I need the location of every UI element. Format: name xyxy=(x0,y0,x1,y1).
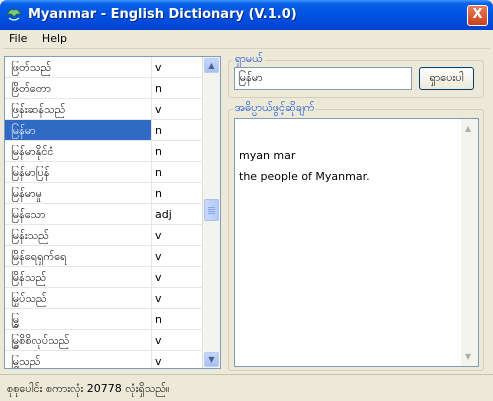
list-item[interactable]: မြွှစိစိလုပ်သည် v xyxy=(5,330,202,351)
menu-bar: File Help xyxy=(3,30,490,49)
list-item-pos: adj xyxy=(151,204,172,224)
definition-legend: အဓိပ္ပာယ်ဖွင့်ဆိုချက် xyxy=(235,101,315,114)
list-item[interactable]: မြန်သော adj xyxy=(5,204,202,225)
window-title: Myanmar - English Dictionary (V.1.0) xyxy=(28,7,297,22)
list-item-word: မြန်မာနိုင်ငံ xyxy=(11,145,54,158)
definition-scrollbar[interactable]: ▲ ▼ xyxy=(461,119,478,366)
list-item[interactable]: မြန်မာနိုင်ငံ n xyxy=(5,141,202,162)
definition-text: myan mar the people of Myanmar. xyxy=(239,149,454,191)
scroll-up-button[interactable]: ▲ xyxy=(204,58,219,73)
list-item-pos: v xyxy=(151,267,162,287)
menu-help[interactable]: Help xyxy=(36,30,72,45)
list-item-pos: n xyxy=(151,309,162,329)
list-item[interactable]: မြိန်သည် v xyxy=(5,267,202,288)
list-item[interactable]: မြိန်ရေရှက်ရေ v xyxy=(5,246,202,267)
list-item-pos: v xyxy=(151,57,162,77)
list-item-pos: v xyxy=(151,99,162,119)
scroll-thumb[interactable] xyxy=(204,199,219,221)
list-item-word: ဖြိတ်တော xyxy=(11,82,52,95)
close-icon: X xyxy=(472,7,483,22)
list-item[interactable]: ဖြိတ်တော n xyxy=(5,78,202,99)
list-item-pos: v xyxy=(151,351,162,368)
grip-line xyxy=(208,207,215,208)
definition-line: myan mar xyxy=(239,149,296,162)
menu-file[interactable]: File xyxy=(3,30,32,45)
list-item[interactable]: မြန်မာပြန် n xyxy=(5,162,202,183)
status-text: စုစုပေါင်း စကားလုံး 20778 လုံးရှိသည်။ xyxy=(7,382,170,395)
list-item[interactable]: မြန်းသည် v xyxy=(5,225,202,246)
word-list[interactable]: ဖြတ်သည် v ဖြိတ်တော n ဖြန်းဆန်သည် v မြန်မ… xyxy=(4,56,221,369)
list-item-pos: v xyxy=(151,330,162,350)
list-item-word: မြန်သော xyxy=(11,208,46,221)
list-item-word: မြွှ xyxy=(11,313,20,326)
list-item-pos: n xyxy=(151,120,162,140)
list-item[interactable]: ဖြတ်သည် v xyxy=(5,57,202,78)
app-logo-icon xyxy=(6,9,22,21)
list-item-word: မြန်းသည် xyxy=(11,229,49,242)
list-item[interactable]: ဖြန်းဆန်သည် v xyxy=(5,99,202,120)
search-legend: ရှာမယ် xyxy=(235,52,263,65)
list-item-pos: n xyxy=(151,162,162,182)
status-bar: စုစုပေါင်း စကားလုံး 20778 လုံးရှိသည်။ xyxy=(0,374,493,401)
list-item[interactable]: မြွှ n xyxy=(5,309,202,330)
chevron-up-icon[interactable]: ▲ xyxy=(465,124,471,133)
title-bar[interactable]: Myanmar - English Dictionary (V.1.0) X xyxy=(0,0,493,30)
grip-line xyxy=(208,213,215,214)
chevron-down-icon: ▼ xyxy=(208,355,215,364)
list-item-word: မြန်မာမှု xyxy=(11,187,42,200)
list-item-pos: n xyxy=(151,141,162,161)
search-input[interactable]: မြန်မာ xyxy=(234,67,412,90)
list-item[interactable]: မြွှသည် v xyxy=(5,351,202,368)
grip-line xyxy=(208,211,215,212)
list-item-pos: v xyxy=(151,246,162,266)
list-item-pos: v xyxy=(151,225,162,245)
close-button[interactable]: X xyxy=(467,5,488,26)
list-item-word: မြန်မာပြန် xyxy=(11,166,50,179)
list-item[interactable]: မြှပ်သည် v xyxy=(5,288,202,309)
list-item-word: ဖြန်းဆန်သည် xyxy=(11,103,66,116)
grip-line xyxy=(208,209,215,210)
list-item-selected[interactable]: မြန်မာ n xyxy=(5,120,202,141)
scroll-down-button[interactable]: ▼ xyxy=(204,352,219,367)
list-item[interactable]: မြန်မာမှု n xyxy=(5,183,202,204)
list-item-pos: n xyxy=(151,78,162,98)
search-button[interactable]: ရှာပေးပါ xyxy=(419,67,474,90)
list-item-pos: n xyxy=(151,183,162,203)
list-item-word: မြိန်သည် xyxy=(11,271,47,284)
chevron-up-icon: ▲ xyxy=(208,61,215,70)
list-item-word: မြွှသည် xyxy=(11,355,41,368)
chevron-down-icon[interactable]: ▼ xyxy=(465,352,471,361)
definition-line: the people of Myanmar. xyxy=(239,170,370,183)
list-item-word: မြှပ်သည် xyxy=(11,292,47,305)
list-item-pos: v xyxy=(151,288,162,308)
list-item-word: မြိန်ရေရှက်ရေ xyxy=(11,250,67,263)
definition-textbox[interactable]: myan mar the people of Myanmar. ▲ ▼ xyxy=(234,118,479,367)
word-list-scrollbar[interactable]: ▲ ▼ xyxy=(202,57,220,368)
list-item-word: ဖြတ်သည် xyxy=(11,61,52,74)
list-item-word: မြန်မာ xyxy=(5,120,151,140)
list-item-word: မြွှစိစိလုပ်သည် xyxy=(11,334,70,347)
